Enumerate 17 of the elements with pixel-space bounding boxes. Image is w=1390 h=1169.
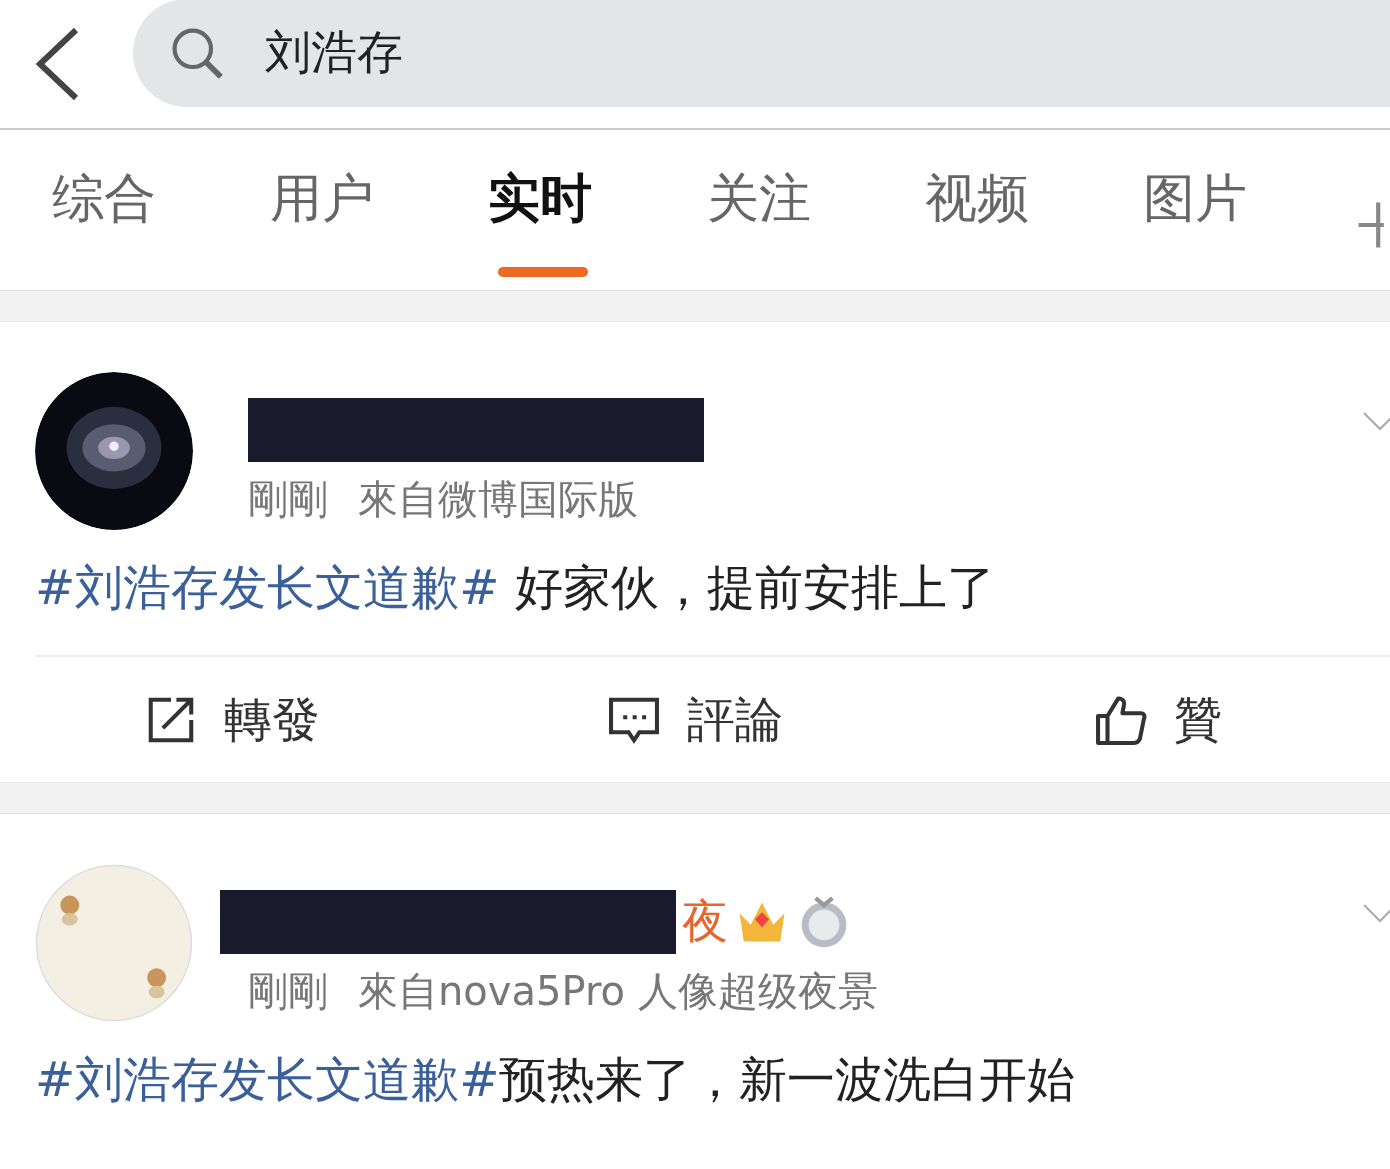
tab[interactable]: 图片 xyxy=(1142,167,1361,283)
tab[interactable]: 实时 xyxy=(487,167,597,283)
post-source: 來自nova5Pro 人像超级夜景 xyxy=(358,967,878,1017)
user-name[interactable]: 夜 xyxy=(682,891,728,954)
post-text: #刘浩存发长文道歉# 好家伙，提前安排上了 xyxy=(35,560,996,616)
tab[interactable]: 用户 xyxy=(269,167,488,283)
action-button[interactable]: 評論 xyxy=(463,687,927,752)
action-button[interactable]: 贊 xyxy=(926,687,1390,752)
action-button[interactable]: 轉發 xyxy=(0,687,464,752)
post-text: #刘浩存发长文道歉#预热来了，新一波洗白开始 xyxy=(35,1052,1077,1108)
post-time: 剛剛 xyxy=(248,967,328,1017)
tab[interactable]: 综合 xyxy=(52,167,270,283)
tab[interactable]: 关注 xyxy=(706,167,925,283)
search-field[interactable]: 刘浩存 xyxy=(133,0,1390,107)
post-time: 剛剛 xyxy=(248,475,328,524)
tab[interactable]: 视频 xyxy=(924,167,1143,283)
post-source: 來自微博国际版 xyxy=(358,475,638,524)
